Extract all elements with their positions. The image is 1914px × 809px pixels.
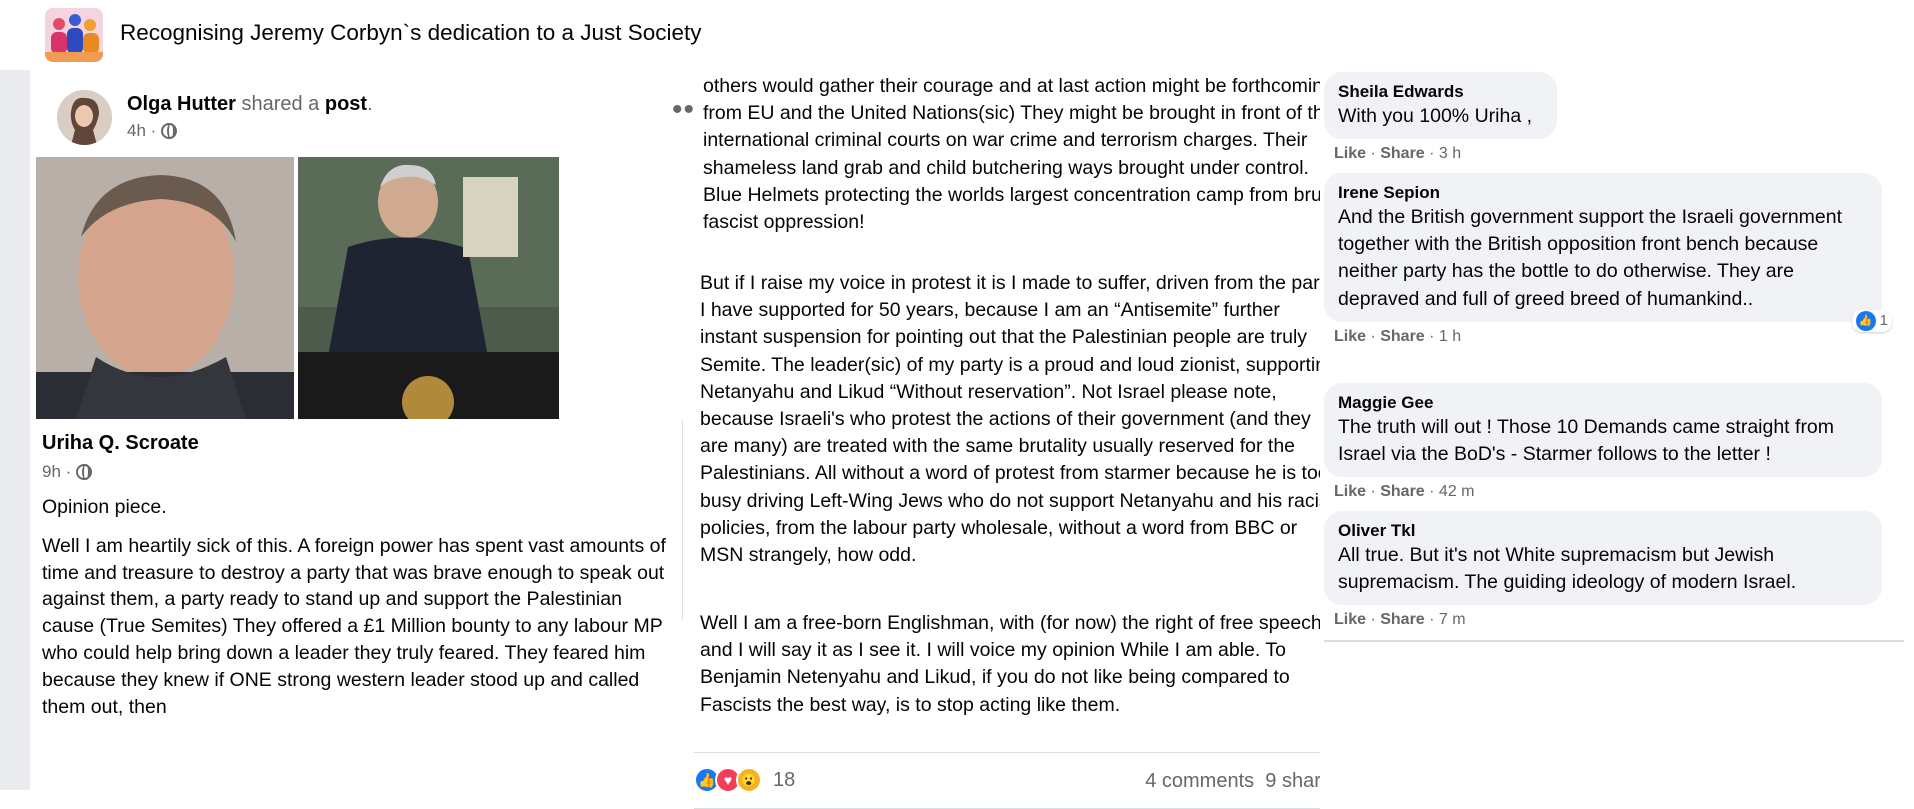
share-timestamp: 4h · xyxy=(127,121,178,141)
comment-text: With you 100% Uriha , xyxy=(1338,105,1533,127)
period-text: . xyxy=(367,93,373,115)
comment-author[interactable]: Maggie Gee xyxy=(1338,392,1868,414)
globe-icon xyxy=(161,123,178,139)
post-continuation: others would gather their courage and at… xyxy=(694,70,1344,809)
comment-author[interactable]: Oliver Tkl xyxy=(1338,520,1868,542)
post-timestamp: 9h · xyxy=(42,462,93,482)
post-paragraph: But if I raise my voice in protest it is… xyxy=(700,272,1337,567)
comment-text: And the British government support the I… xyxy=(1338,206,1843,310)
comment: Oliver Tkl All true. But it's not White … xyxy=(1324,511,1882,629)
post-time[interactable]: 9h · xyxy=(42,462,71,482)
comment-bubble: Maggie Gee The truth will out ! Those 10… xyxy=(1324,383,1882,478)
divider xyxy=(1324,640,1904,642)
comment-actions: Like · Share · 3 h xyxy=(1334,145,1462,163)
post-body-col1: Opinion piece. Well I am heartily sick o… xyxy=(42,494,668,732)
comment-actions: Like · Share · 42 m xyxy=(1334,483,1475,501)
comment-actions: Like · Share · 1 h xyxy=(1334,327,1462,345)
post-paragraph: Well I am heartily sick of this. A forei… xyxy=(42,534,666,718)
wow-reaction-icon: 😮 xyxy=(736,767,762,793)
comment-author[interactable]: Irene Sepion xyxy=(1338,182,1868,204)
like-reaction-icon: 👍 xyxy=(1855,310,1876,331)
comment-like-button[interactable]: Like xyxy=(1334,145,1366,162)
post-photo-1[interactable] xyxy=(36,157,294,419)
comment-bubble: Irene Sepion And the British government … xyxy=(1324,173,1892,332)
comment-share-button[interactable]: Share xyxy=(1380,611,1424,628)
shared-post-card: Olga Hutter shared a post. 4h · Uriha Q. xyxy=(30,76,688,809)
group-title[interactable]: Recognising Jeremy Corbyn`s dedication t… xyxy=(120,20,702,46)
comments-section: Sheila Edwards With you 100% Uriha , Lik… xyxy=(1320,70,1914,809)
reaction-summary[interactable]: 👍 ♥ 😮 18 xyxy=(694,767,795,793)
comment-time[interactable]: 3 h xyxy=(1439,145,1461,162)
comment-bubble: Oliver Tkl All true. But it's not White … xyxy=(1324,511,1882,606)
page-backdrop xyxy=(0,70,30,790)
comment-time[interactable]: 1 h xyxy=(1439,328,1461,345)
comment-actions: Like · Share · 7 m xyxy=(1334,611,1466,629)
share-time[interactable]: 4h · xyxy=(127,121,156,141)
comments-count[interactable]: 4 comments xyxy=(1145,770,1254,792)
comment-like-count: 1 xyxy=(1879,312,1888,330)
comment-author[interactable]: Sheila Edwards xyxy=(1338,81,1543,103)
comment-like-button[interactable]: Like xyxy=(1334,611,1366,628)
sharer-name[interactable]: Olga Hutter xyxy=(127,93,236,115)
divider xyxy=(682,420,683,620)
comment-time[interactable]: 7 m xyxy=(1439,611,1466,628)
comment: Maggie Gee The truth will out ! Those 10… xyxy=(1324,383,1882,501)
comment: Sheila Edwards With you 100% Uriha , Lik… xyxy=(1324,72,1557,163)
shared-a-text: shared a xyxy=(241,93,320,115)
post-paragraph: Opinion piece. xyxy=(42,496,167,518)
comment-reaction-badge[interactable]: 👍 1 xyxy=(1851,309,1892,332)
comment-text: All true. But it's not White supremacism… xyxy=(1338,544,1797,594)
comment-share-button[interactable]: Share xyxy=(1380,145,1424,162)
post-photo-2[interactable] xyxy=(298,157,559,419)
comment-bubble: Sheila Edwards With you 100% Uriha , xyxy=(1324,72,1557,140)
group-avatar-icon[interactable] xyxy=(45,8,103,62)
avatar[interactable] xyxy=(57,90,112,145)
comment-share-button[interactable]: Share xyxy=(1380,483,1424,500)
comment-like-button[interactable]: Like xyxy=(1334,483,1366,500)
sharer-line: Olga Hutter shared a post. xyxy=(127,93,373,116)
group-header: Recognising Jeremy Corbyn`s dedication t… xyxy=(0,0,1914,70)
comment-share-counts: 4 comments 9 shares xyxy=(1145,770,1342,793)
globe-icon xyxy=(76,464,93,480)
comment: Irene Sepion And the British government … xyxy=(1324,173,1892,346)
post-link[interactable]: post xyxy=(325,93,367,115)
divider xyxy=(694,752,1344,753)
post-author-name[interactable]: Uriha Q. Scroate xyxy=(42,432,199,455)
post-paragraph: others would gather their courage and at… xyxy=(703,75,1343,234)
post-paragraph: Well I am a free-born Englishman, with (… xyxy=(700,612,1322,716)
comment-share-button[interactable]: Share xyxy=(1380,328,1424,345)
comment-text: The truth will out ! Those 10 Demands ca… xyxy=(1338,416,1835,466)
comment-time[interactable]: 42 m xyxy=(1439,483,1475,500)
reaction-count[interactable]: 18 xyxy=(773,769,795,792)
comment-like-button[interactable]: Like xyxy=(1334,328,1366,345)
